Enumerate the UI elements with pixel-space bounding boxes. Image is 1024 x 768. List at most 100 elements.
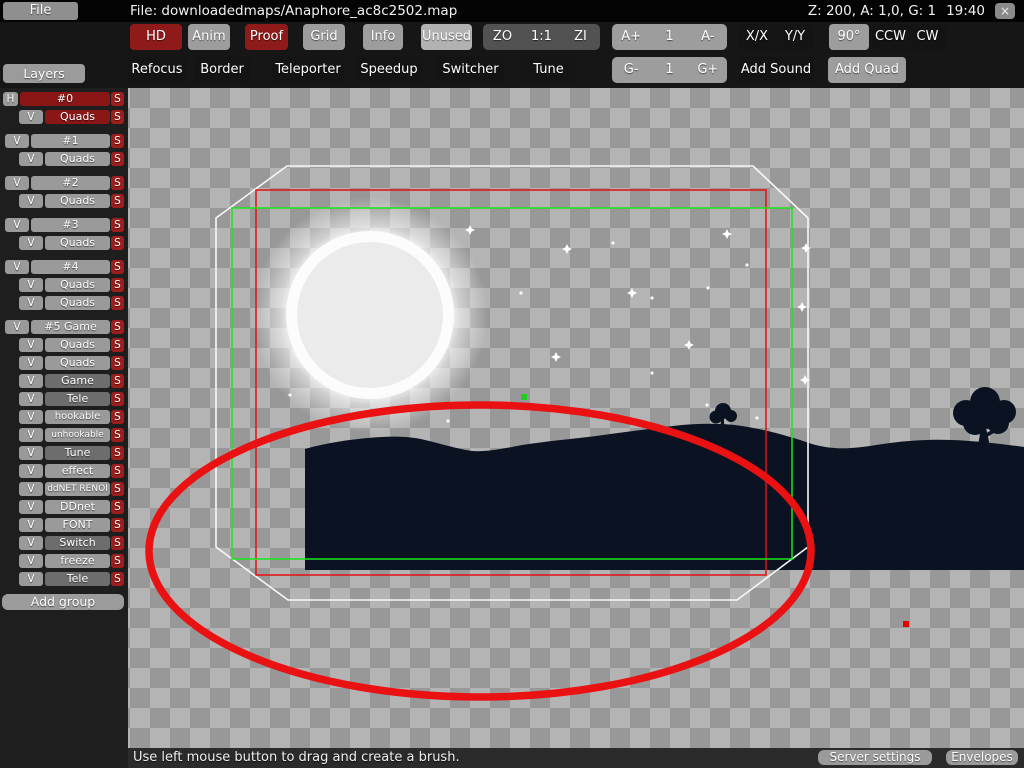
visibility-toggle-quads[interactable]: V (19, 152, 43, 166)
group-label-5-game[interactable]: #5 Game (31, 320, 110, 334)
settings-badge-effect[interactable]: S (111, 464, 124, 478)
layer-label-quads[interactable]: Quads (45, 338, 110, 352)
toolbar-button-a[interactable]: A+ (612, 24, 650, 50)
toolbar-button-unused[interactable]: Unused (421, 24, 472, 50)
toolbar-button-grid[interactable]: Grid (303, 24, 345, 50)
visibility-toggle-quads[interactable]: V (19, 278, 43, 292)
group-label-2[interactable]: #2 (31, 176, 110, 190)
settings-badge-switch[interactable]: S (111, 536, 124, 550)
toolbar-button-hd[interactable]: HD (130, 24, 182, 50)
toolbar-button-a[interactable]: A- (689, 24, 727, 50)
layers-button[interactable]: Layers (3, 64, 85, 83)
layer-label-game[interactable]: Game (45, 374, 110, 388)
settings-badge-tele[interactable]: S (111, 572, 124, 586)
toolbar-button-border[interactable]: Border (194, 57, 250, 83)
toolbar-button-cw[interactable]: CW (909, 24, 946, 50)
visibility-toggle-font[interactable]: V (19, 518, 43, 532)
quad-marker-point[interactable] (903, 621, 909, 627)
layer-label-ddnet[interactable]: DDnet (45, 500, 110, 514)
toolbar-button-90[interactable]: 90° (829, 24, 869, 50)
layer-label-quads[interactable]: Quads (45, 194, 110, 208)
close-icon[interactable]: × (995, 3, 1015, 19)
layer-label-unhookable[interactable]: unhookable (45, 428, 110, 442)
visibility-toggle-0[interactable]: H (3, 92, 18, 106)
toolbar-button-ccw[interactable]: CCW (872, 24, 909, 50)
settings-badge-1[interactable]: S (111, 134, 124, 148)
visibility-toggle-tele[interactable]: V (19, 572, 43, 586)
toolbar-button-teleporter[interactable]: Teleporter (271, 57, 345, 83)
settings-badge-ddnet-renoi[interactable]: S (111, 482, 124, 496)
settings-badge-quads[interactable]: S (111, 356, 124, 370)
visibility-toggle-game[interactable]: V (19, 374, 43, 388)
group-label-1[interactable]: #1 (31, 134, 110, 148)
settings-badge-quads[interactable]: S (111, 110, 124, 124)
layer-label-tele[interactable]: Tele (45, 572, 110, 586)
file-menu-button[interactable]: File (3, 2, 78, 20)
settings-badge-quads[interactable]: S (111, 152, 124, 166)
layer-label-quads[interactable]: Quads (45, 356, 110, 370)
layer-label-font[interactable]: FONT (45, 518, 110, 532)
toolbar-button-speedup[interactable]: Speedup (355, 57, 423, 83)
visibility-toggle-tune[interactable]: V (19, 446, 43, 460)
group-label-3[interactable]: #3 (31, 218, 110, 232)
settings-badge-4[interactable]: S (111, 260, 124, 274)
layer-label-quads[interactable]: Quads (45, 278, 110, 292)
layer-label-tele[interactable]: Tele (45, 392, 110, 406)
settings-badge-quads[interactable]: S (111, 194, 124, 208)
toolbar-button-add-sound[interactable]: Add Sound (738, 57, 814, 83)
visibility-toggle-quads[interactable]: V (19, 236, 43, 250)
visibility-toggle-4[interactable]: V (5, 260, 29, 274)
settings-badge-5-game[interactable]: S (111, 320, 124, 334)
layer-label-ddnet-renoi[interactable]: ddNET RENOI (45, 482, 110, 496)
visibility-toggle-2[interactable]: V (5, 176, 29, 190)
settings-badge-2[interactable]: S (111, 176, 124, 190)
group-label-4[interactable]: #4 (31, 260, 110, 274)
toolbar-button-add-quad[interactable]: Add Quad (828, 57, 906, 83)
settings-badge-tune[interactable]: S (111, 446, 124, 460)
toolbar-button-zo[interactable]: ZO (483, 24, 522, 50)
layer-label-quads[interactable]: Quads (45, 110, 110, 124)
settings-badge-font[interactable]: S (111, 518, 124, 532)
settings-badge-3[interactable]: S (111, 218, 124, 232)
settings-badge-hookable[interactable]: S (111, 410, 124, 424)
settings-badge-quads[interactable]: S (111, 338, 124, 352)
settings-badge-0[interactable]: S (111, 92, 124, 106)
visibility-toggle-1[interactable]: V (5, 134, 29, 148)
visibility-toggle-effect[interactable]: V (19, 464, 43, 478)
visibility-toggle-5-game[interactable]: V (5, 320, 29, 334)
quad-pivot-point[interactable] (521, 394, 527, 400)
layer-label-quads[interactable]: Quads (45, 152, 110, 166)
visibility-toggle-hookable[interactable]: V (19, 410, 43, 424)
settings-badge-quads[interactable]: S (111, 296, 124, 310)
layer-label-freeze[interactable]: freeze (45, 554, 110, 568)
visibility-toggle-unhookable[interactable]: V (19, 428, 43, 442)
visibility-toggle-quads[interactable]: V (19, 194, 43, 208)
map-canvas[interactable] (128, 88, 1024, 748)
layer-label-switch[interactable]: Switch (45, 536, 110, 550)
visibility-toggle-quads[interactable]: V (19, 356, 43, 370)
toolbar-button-proof[interactable]: Proof (245, 24, 288, 50)
toolbar-button-1-1[interactable]: 1:1 (522, 24, 561, 50)
layer-label-effect[interactable]: effect (45, 464, 110, 478)
visibility-toggle-switch[interactable]: V (19, 536, 43, 550)
toolbar-button-1[interactable]: 1 (650, 57, 688, 83)
toolbar-button-info[interactable]: Info (363, 24, 403, 50)
layer-label-tune[interactable]: Tune (45, 446, 110, 460)
toolbar-button-y-y[interactable]: Y/Y (776, 24, 814, 50)
settings-badge-quads[interactable]: S (111, 278, 124, 292)
visibility-toggle-ddnet[interactable]: V (19, 500, 43, 514)
group-label-0[interactable]: #0 (20, 92, 110, 106)
visibility-toggle-ddnet-renoi[interactable]: V (19, 482, 43, 496)
settings-badge-game[interactable]: S (111, 374, 124, 388)
settings-badge-freeze[interactable]: S (111, 554, 124, 568)
settings-badge-tele[interactable]: S (111, 392, 124, 406)
add-group-button[interactable]: Add group (2, 594, 124, 610)
toolbar-button-1[interactable]: 1 (650, 24, 688, 50)
layer-label-quads[interactable]: Quads (45, 296, 110, 310)
visibility-toggle-freeze[interactable]: V (19, 554, 43, 568)
toolbar-button-zi[interactable]: ZI (561, 24, 600, 50)
layer-label-quads[interactable]: Quads (45, 236, 110, 250)
settings-badge-ddnet[interactable]: S (111, 500, 124, 514)
settings-badge-quads[interactable]: S (111, 236, 124, 250)
toolbar-button-switcher[interactable]: Switcher (436, 57, 505, 83)
